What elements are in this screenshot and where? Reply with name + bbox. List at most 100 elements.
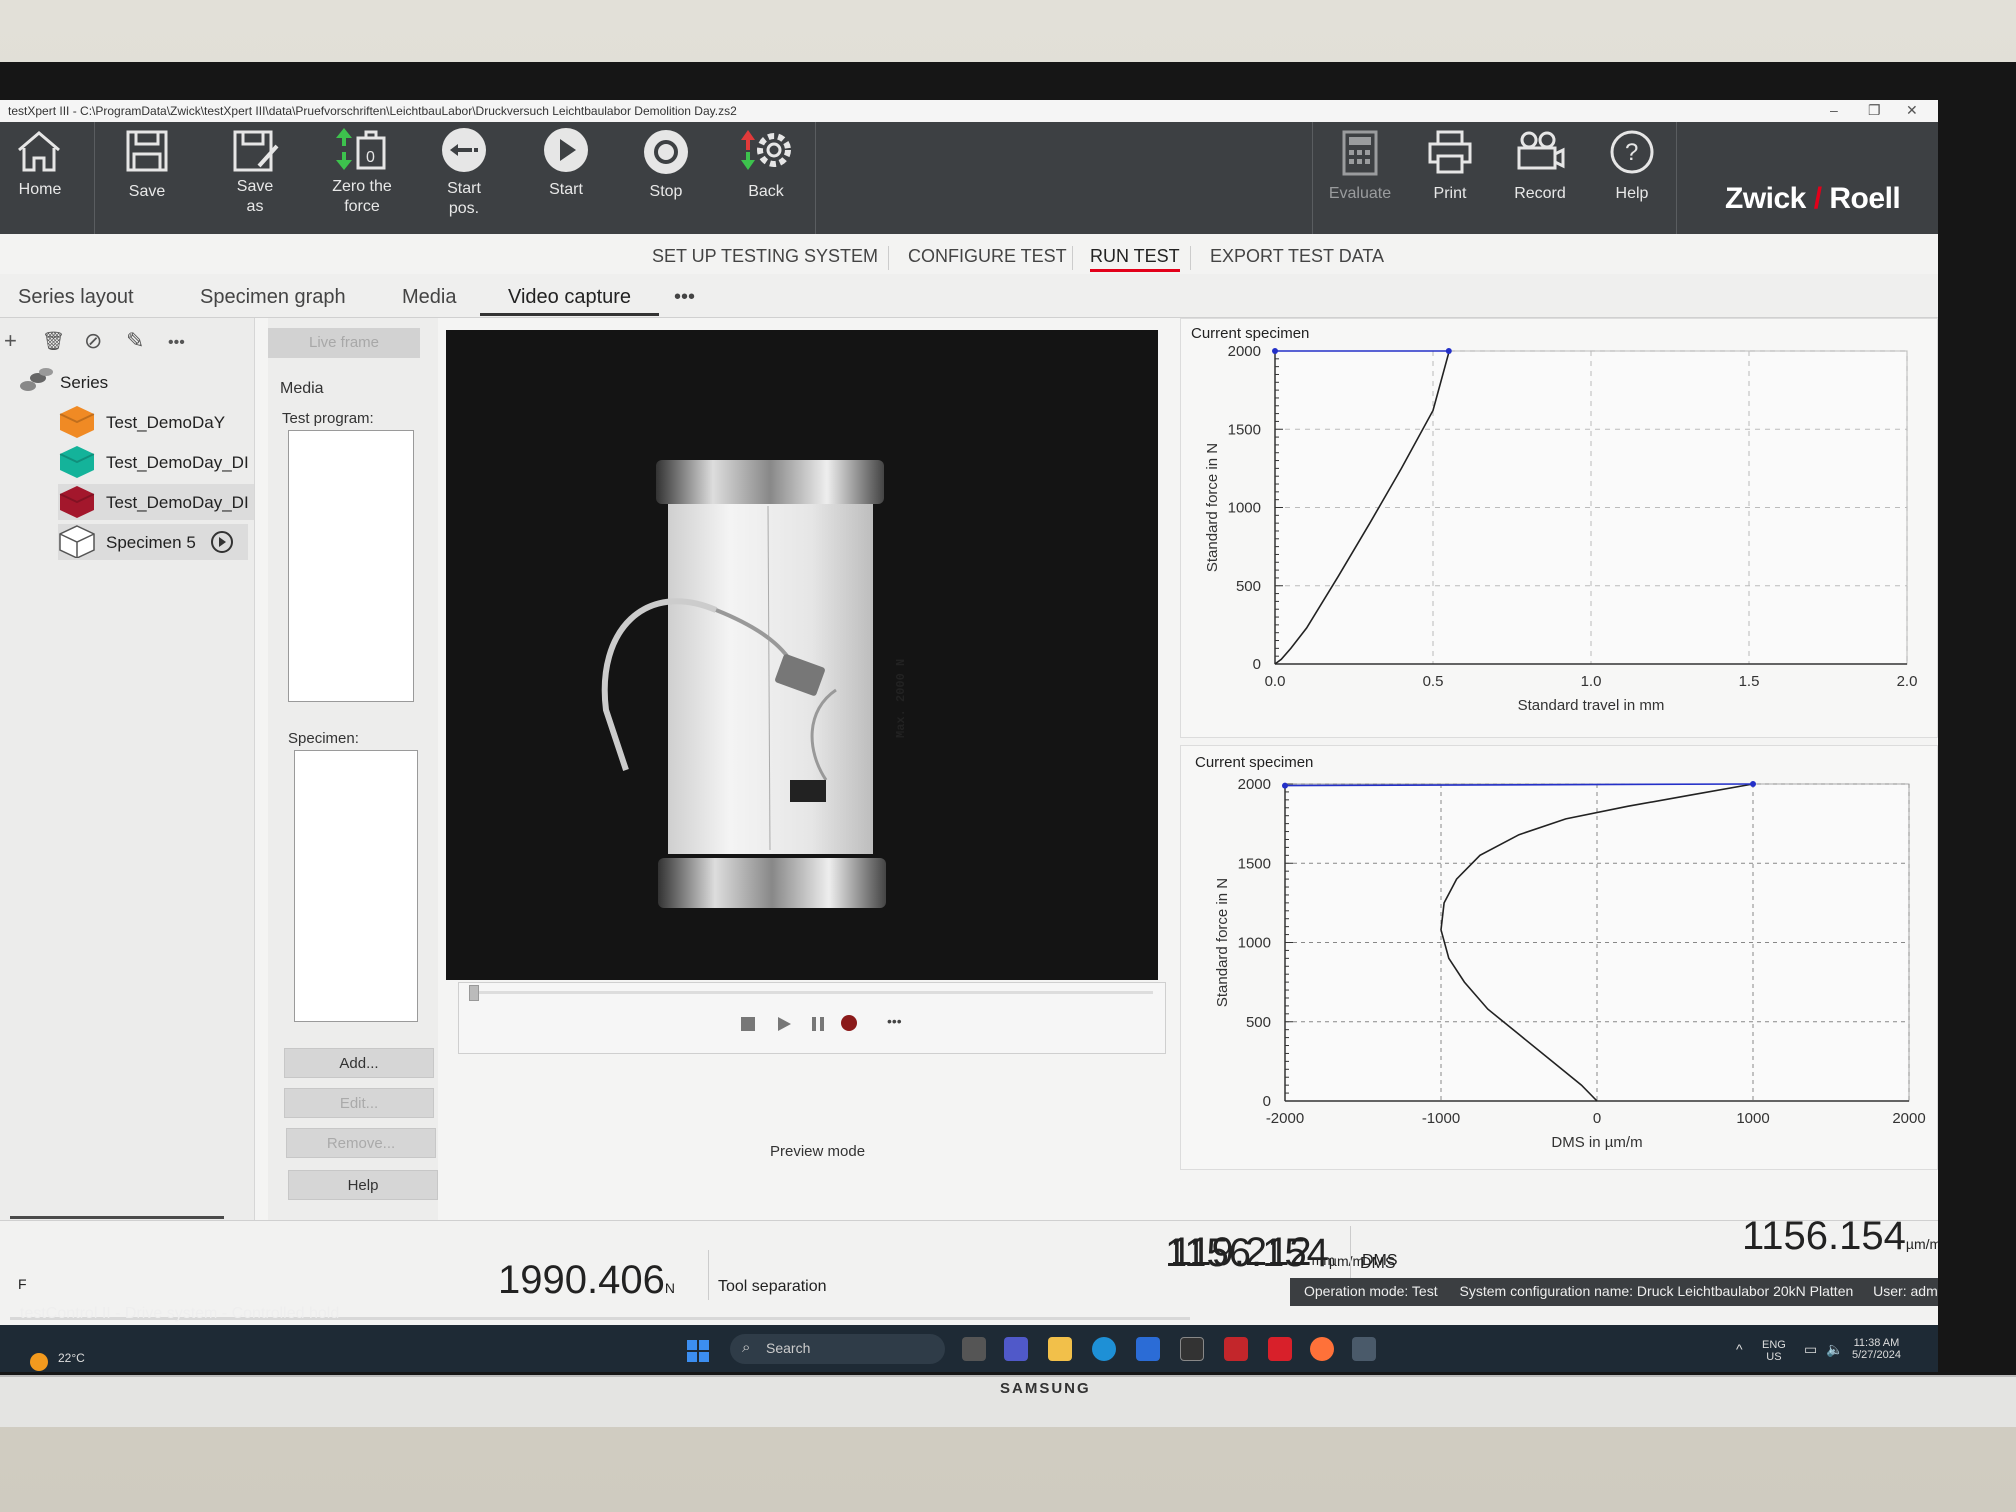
y-tick-label: 1500 bbox=[1238, 855, 1271, 872]
test-program-media-list[interactable] bbox=[288, 430, 414, 702]
task-view-icon[interactable] bbox=[962, 1337, 986, 1361]
live-frame-button[interactable]: Live frame bbox=[268, 328, 420, 358]
tab-specimen-graph[interactable]: Specimen graph bbox=[200, 286, 346, 309]
maximize-icon[interactable]: ❐ bbox=[1868, 102, 1881, 119]
tab-export-test-data[interactable]: EXPORT TEST DATA bbox=[1210, 246, 1384, 267]
save-button[interactable]: Save bbox=[107, 122, 187, 234]
tree-item-specimen[interactable]: Test_DemoDay_DI bbox=[58, 444, 254, 480]
minimize-icon[interactable]: – bbox=[1830, 102, 1838, 118]
tray-chevron-icon[interactable]: ^ bbox=[1736, 1341, 1743, 1357]
add-icon[interactable]: + bbox=[4, 328, 17, 354]
specimen-video-image: Max. 2000 N bbox=[446, 330, 1158, 980]
tree-scrollbar[interactable] bbox=[10, 1216, 224, 1219]
run-specimen-icon[interactable] bbox=[210, 530, 234, 554]
x-tick-label: 0 bbox=[1593, 1110, 1601, 1127]
weather-widget[interactable]: 22°C bbox=[58, 1351, 85, 1365]
remove-media-button[interactable]: Remove... bbox=[286, 1128, 436, 1158]
specimen-media-label: Specimen: bbox=[288, 730, 359, 747]
start-button[interactable]: Start bbox=[526, 122, 606, 234]
timeline-handle[interactable] bbox=[469, 985, 479, 1001]
home-button[interactable]: Home bbox=[0, 122, 80, 234]
tab-separator bbox=[888, 246, 889, 270]
y-tick-label: 1500 bbox=[1228, 421, 1261, 438]
back-icon bbox=[741, 130, 791, 170]
monitor-brand: SAMSUNG bbox=[1000, 1380, 1091, 1397]
tab-run-test[interactable]: RUN TEST bbox=[1090, 246, 1180, 272]
x-tick-label: 2.0 bbox=[1897, 673, 1918, 690]
tree-item-specimen[interactable]: Test_DemoDaY bbox=[58, 404, 254, 440]
edit-media-button[interactable]: Edit... bbox=[284, 1088, 434, 1118]
specimen-media-list[interactable] bbox=[294, 750, 418, 1022]
video-capture-frame[interactable]: Max. 2000 N bbox=[446, 330, 1158, 980]
delete-icon[interactable]: 🗑 bbox=[42, 331, 65, 352]
tab-configure-test[interactable]: CONFIGURE TEST bbox=[908, 246, 1067, 267]
tab-series-layout[interactable]: Series layout bbox=[18, 286, 134, 309]
y-tick-label: 500 bbox=[1246, 1014, 1271, 1031]
tabs-more-button[interactable]: ••• bbox=[674, 286, 695, 309]
clock[interactable]: 11:38 AM 5/27/2024 bbox=[1852, 1337, 1901, 1361]
tab-media[interactable]: Media bbox=[402, 286, 456, 309]
play-icon bbox=[544, 128, 588, 172]
tool-separation-readout: 119.212mm bbox=[1170, 1230, 1335, 1274]
tree-more-button[interactable]: ••• bbox=[168, 334, 185, 352]
tree-item-specimen-5[interactable]: Specimen 5 bbox=[58, 524, 248, 560]
printer-icon bbox=[1428, 130, 1472, 174]
windows-start-icon[interactable] bbox=[686, 1339, 710, 1363]
y-tick-label: 2000 bbox=[1238, 776, 1271, 793]
back-button[interactable]: Back bbox=[726, 122, 806, 234]
dms-value-readout: 1156.154µm/m bbox=[1742, 1214, 1938, 1258]
stop-button[interactable]: Stop bbox=[626, 122, 706, 234]
media-help-button[interactable]: Help bbox=[288, 1170, 438, 1200]
block-icon[interactable]: ⊘ bbox=[84, 328, 102, 354]
add-media-button[interactable]: Add... bbox=[284, 1048, 434, 1078]
zero-force-icon: 0 bbox=[336, 128, 386, 170]
test-program-label: Test program: bbox=[282, 410, 374, 427]
video-more-button[interactable]: ••• bbox=[887, 1013, 902, 1029]
video-timeline[interactable] bbox=[473, 991, 1153, 994]
network-icon[interactable]: ▭ bbox=[1804, 1341, 1817, 1358]
record-video-icon[interactable] bbox=[841, 1015, 857, 1031]
stop-video-icon[interactable] bbox=[741, 1017, 755, 1031]
zwickroell-logo: Zwick / Roell bbox=[1725, 182, 1901, 215]
language-indicator[interactable]: ENG US bbox=[1762, 1339, 1786, 1363]
force-dms-chart: -2000 -1000 0 1000 2000 0 500 1000 1500 2000 DMS i… bbox=[1214, 776, 1926, 1151]
teams-icon[interactable] bbox=[1004, 1337, 1028, 1361]
tree-item-specimen[interactable]: Test_DemoDay_DI bbox=[58, 484, 254, 520]
start-position-button[interactable]: Start pos. bbox=[424, 122, 504, 234]
firefox-icon[interactable] bbox=[1310, 1337, 1334, 1361]
testxpert-icon[interactable] bbox=[1224, 1337, 1248, 1361]
tab-video-capture[interactable]: Video capture bbox=[480, 286, 660, 316]
evaluate-button[interactable]: Evaluate bbox=[1318, 122, 1402, 234]
play-video-icon[interactable] bbox=[775, 1015, 793, 1033]
file-explorer-icon[interactable] bbox=[1048, 1337, 1072, 1361]
store-icon[interactable] bbox=[1136, 1337, 1160, 1361]
windows-taskbar: testControl II - Drive system - Controll… bbox=[0, 1305, 1938, 1372]
series-point bbox=[1445, 348, 1452, 354]
y-tick-label: 1000 bbox=[1238, 935, 1271, 952]
screen: testXpert III - C:\ProgramData\Zwick\tes… bbox=[0, 100, 1938, 1372]
record-button[interactable]: Record bbox=[1498, 122, 1582, 234]
tree-root-series[interactable]: Series bbox=[16, 364, 246, 400]
print-button[interactable]: Print bbox=[1408, 122, 1492, 234]
x-tick-label: -2000 bbox=[1266, 1110, 1304, 1127]
taskbar-search[interactable]: Search bbox=[730, 1334, 945, 1364]
sub-tabs: Series layout Specimen graph Media Video… bbox=[0, 274, 1938, 318]
edge-icon[interactable] bbox=[1092, 1337, 1116, 1361]
edit-icon[interactable]: ✎ bbox=[126, 328, 144, 354]
pause-video-icon[interactable] bbox=[809, 1015, 827, 1033]
volume-icon[interactable]: 🔈 bbox=[1826, 1341, 1843, 1358]
y-axis-label: Standard force in N bbox=[1204, 443, 1221, 572]
close-icon[interactable]: ✕ bbox=[1906, 102, 1918, 119]
tab-setup-testing-system[interactable]: SET UP TESTING SYSTEM bbox=[652, 246, 878, 267]
zero-force-button[interactable]: 0 Zero the force bbox=[320, 122, 404, 234]
status-divider bbox=[708, 1250, 709, 1300]
toolbar-separator bbox=[1312, 122, 1313, 234]
save-as-button[interactable]: Save as bbox=[215, 122, 295, 234]
help-button[interactable]: ? Help bbox=[1590, 122, 1674, 234]
weather-icon[interactable] bbox=[30, 1353, 48, 1371]
testxpert-active-icon[interactable] bbox=[1268, 1337, 1292, 1361]
terminal-icon[interactable] bbox=[1180, 1337, 1204, 1361]
x-tick-label: 0.5 bbox=[1423, 673, 1444, 690]
status-divider bbox=[1350, 1226, 1351, 1274]
app-icon[interactable] bbox=[1352, 1337, 1376, 1361]
